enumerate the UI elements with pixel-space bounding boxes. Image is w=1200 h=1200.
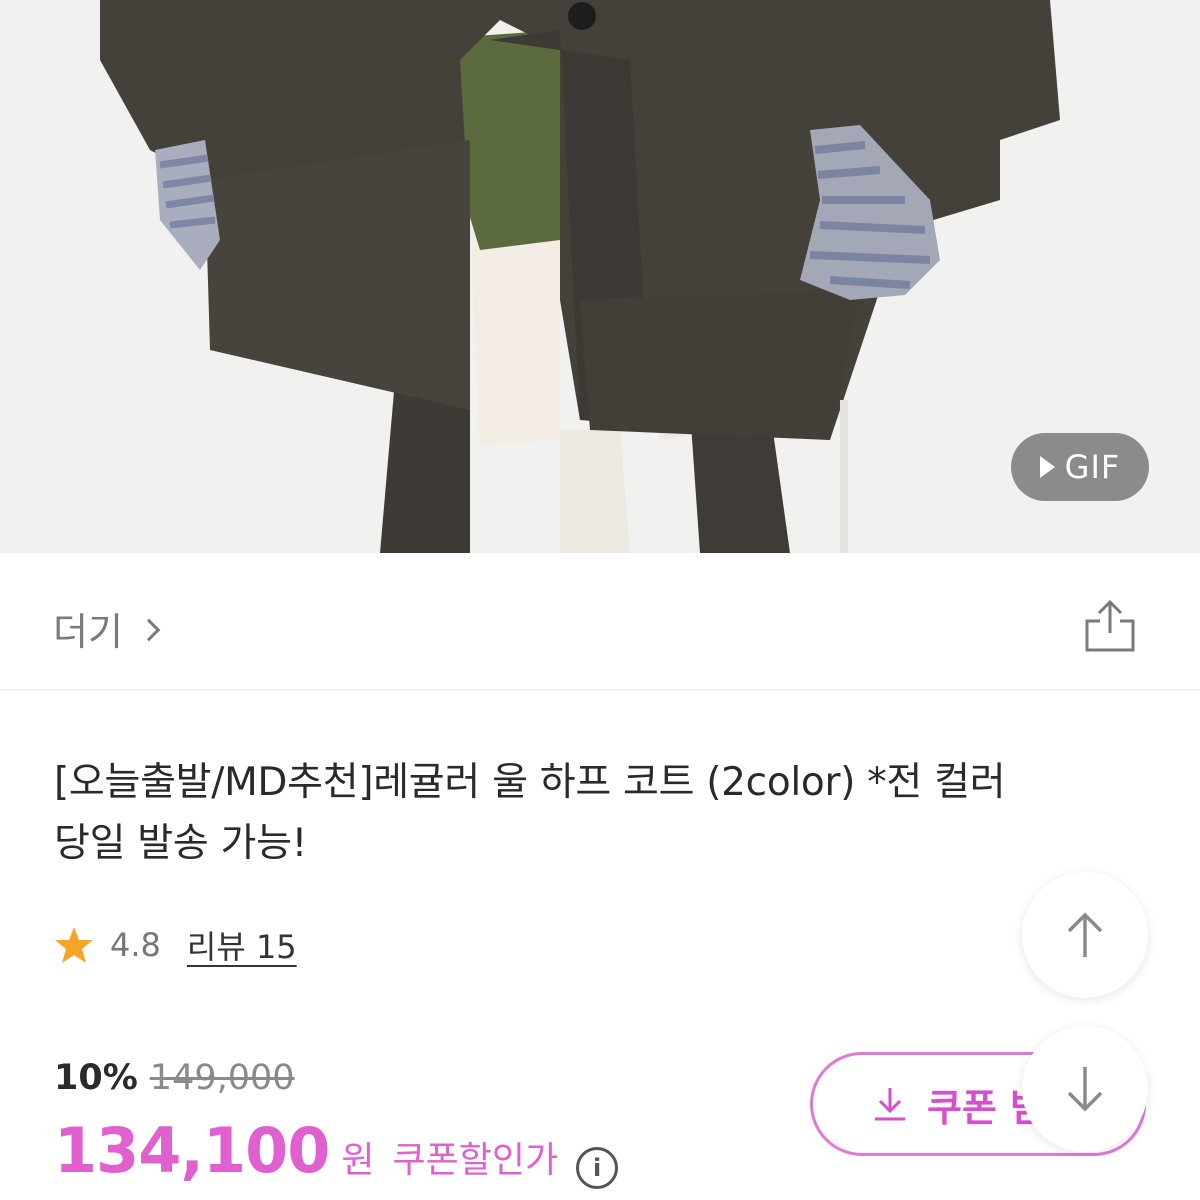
brand-link[interactable]: 더기 — [53, 601, 161, 656]
product-image[interactable]: GIF — [0, 0, 1200, 553]
discount-rate: 10% — [54, 1058, 138, 1098]
brand-name: 더기 — [53, 610, 123, 654]
info-icon[interactable]: i — [576, 1147, 619, 1189]
chevron-right-icon — [137, 618, 161, 641]
sale-price: 134,100 — [54, 1114, 330, 1187]
rating-row: 4.8 리뷰 15 — [54, 922, 297, 968]
share-button[interactable] — [1084, 599, 1136, 653]
scroll-bottom-button[interactable] — [1022, 1026, 1148, 1152]
arrow-down-icon — [1067, 1067, 1103, 1112]
star-icon — [55, 927, 93, 963]
play-icon — [1039, 456, 1055, 478]
original-price: 149,000 — [149, 1058, 295, 1098]
currency-label: 원 — [341, 1140, 375, 1181]
sale-price-row: 134,100 원 쿠폰할인가 i — [54, 1114, 619, 1189]
gif-play-button[interactable]: GIF — [1011, 433, 1149, 501]
review-link[interactable]: 리뷰 15 — [187, 922, 297, 968]
product-page: GIF 더기 [오늘출발/MD추천]레귤러 울 하프 코트 (2color) *… — [0, 0, 1200, 1200]
share-icon — [1085, 599, 1135, 652]
arrow-up-icon — [1067, 912, 1103, 957]
product-title-line1: [오늘출발/MD추천]레귤러 울 하프 코트 (2color) *전 컬러 — [54, 760, 1006, 805]
product-title-line2: 당일 발송 가능! — [54, 821, 308, 866]
product-title: [오늘출발/MD추천]레귤러 울 하프 코트 (2color) *전 컬러 당일… — [54, 752, 1164, 874]
scroll-top-button[interactable] — [1022, 872, 1148, 998]
rating-score: 4.8 — [110, 926, 161, 964]
coupon-price-label: 쿠폰할인가 — [392, 1140, 559, 1181]
discount-row: 10% 149,000 — [54, 1058, 295, 1098]
gif-label: GIF — [1064, 448, 1121, 486]
download-icon — [875, 1088, 905, 1121]
brand-row: 더기 — [0, 553, 1200, 691]
